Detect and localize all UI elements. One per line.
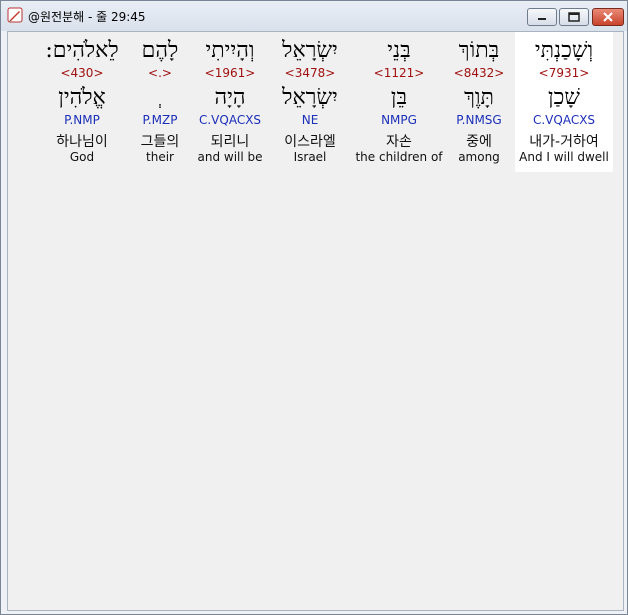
morph-code: NMPG — [381, 113, 417, 127]
word-column[interactable]: יִשְׂרָאֵל <3478> יִשְׂרָאֵל NE 이스라엘 Isr… — [270, 32, 350, 172]
hebrew-word: וְהָיִיתִי — [205, 38, 255, 63]
word-column[interactable]: בְּנֵי <1121> בֵּן NMPG 자손 the children … — [354, 32, 444, 172]
minimize-icon — [538, 18, 546, 20]
morph-code: C.VQACXS — [532, 113, 596, 127]
morph-code: P.NMP — [64, 113, 100, 127]
korean-gloss: 내가-거하여 — [529, 134, 599, 150]
close-button[interactable] — [592, 8, 624, 26]
maximize-button[interactable] — [559, 8, 589, 26]
hebrew-word: לֵאלֹהִים: — [45, 38, 119, 63]
english-gloss: their — [146, 150, 174, 164]
title-bar[interactable]: @원전분해 - 줄 29:45 — [1, 1, 627, 31]
hebrew-root: שָׁכַן — [548, 85, 580, 110]
hebrew-root: תָּוֶךְ — [464, 85, 494, 110]
word-column[interactable]: וְשָׁכַנְתִּי <7931> שָׁכַן C.VQACXS 내가-… — [515, 32, 613, 172]
strong-number[interactable]: <3478> — [270, 66, 350, 80]
morph-code: NE — [301, 113, 319, 127]
hebrew-root: הָיָה — [214, 85, 246, 110]
maximize-icon — [568, 12, 580, 22]
app-pen-icon — [7, 7, 23, 23]
strong-number[interactable]: <1121> — [354, 66, 444, 80]
english-gloss: among — [458, 150, 500, 164]
english-gloss: And I will dwell — [519, 150, 609, 164]
korean-gloss: 이스라엘 — [284, 134, 336, 150]
hebrew-word: בְּנֵי — [387, 38, 411, 63]
word-column[interactable]: לָהֶם <.> ְ P.MZP 그들의 their — [130, 32, 190, 172]
morph-code: P.NMSG — [456, 113, 502, 127]
hebrew-word: וְשָׁכַנְתִּי — [534, 38, 594, 63]
strong-number[interactable]: <8432> — [445, 66, 513, 80]
window-title: @원전분해 - 줄 29:45 — [28, 10, 146, 24]
korean-gloss: 되리니 — [210, 134, 250, 150]
interlinear-panel: וְשָׁכַנְתִּי <7931> שָׁכַן C.VQACXS 내가-… — [7, 31, 624, 611]
hebrew-word: בְּתוֹךְ — [458, 38, 500, 63]
korean-gloss: 그들의 — [140, 134, 180, 150]
hebrew-word: לָהֶם — [141, 38, 179, 63]
morph-code: C.VQACXS — [198, 113, 262, 127]
close-icon — [603, 12, 613, 22]
word-column[interactable]: לֵאלֹהִים: <430> אֱלֹהִין P.NMP 하나님이 God — [38, 32, 126, 172]
strong-number[interactable]: <1961> — [190, 66, 270, 80]
hebrew-root: ְ — [130, 84, 190, 110]
hebrew-root: יִשְׂרָאֵל — [282, 85, 338, 110]
korean-gloss: 하나님이 — [56, 134, 108, 150]
strong-number[interactable]: <7931> — [515, 66, 613, 80]
word-column[interactable]: בְּתוֹךְ <8432> תָּוֶךְ P.NMSG 중에 among — [445, 32, 513, 172]
hebrew-word: יִשְׂרָאֵל — [282, 38, 338, 63]
korean-gloss: 중에 — [466, 134, 492, 150]
english-gloss: and will be — [197, 150, 263, 164]
hebrew-root: בֵּן — [390, 85, 408, 110]
minimize-button[interactable] — [527, 8, 557, 26]
word-column[interactable]: וְהָיִיתִי <1961> הָיָה C.VQACXS 되리니 and… — [190, 32, 270, 172]
morph-code: P.MZP — [142, 113, 178, 127]
korean-gloss: 자손 — [386, 134, 412, 150]
english-gloss: the children of — [355, 150, 443, 164]
english-gloss: Israel — [293, 150, 327, 164]
strong-number[interactable]: <.> — [130, 66, 190, 80]
strong-number[interactable]: <430> — [38, 66, 126, 80]
hebrew-root: אֱלֹהִין — [58, 85, 106, 110]
app-window: @원전분해 - 줄 29:45 וְשָׁכַנְתִּי <7931> שָׁ… — [0, 0, 628, 615]
english-gloss: God — [69, 150, 95, 164]
